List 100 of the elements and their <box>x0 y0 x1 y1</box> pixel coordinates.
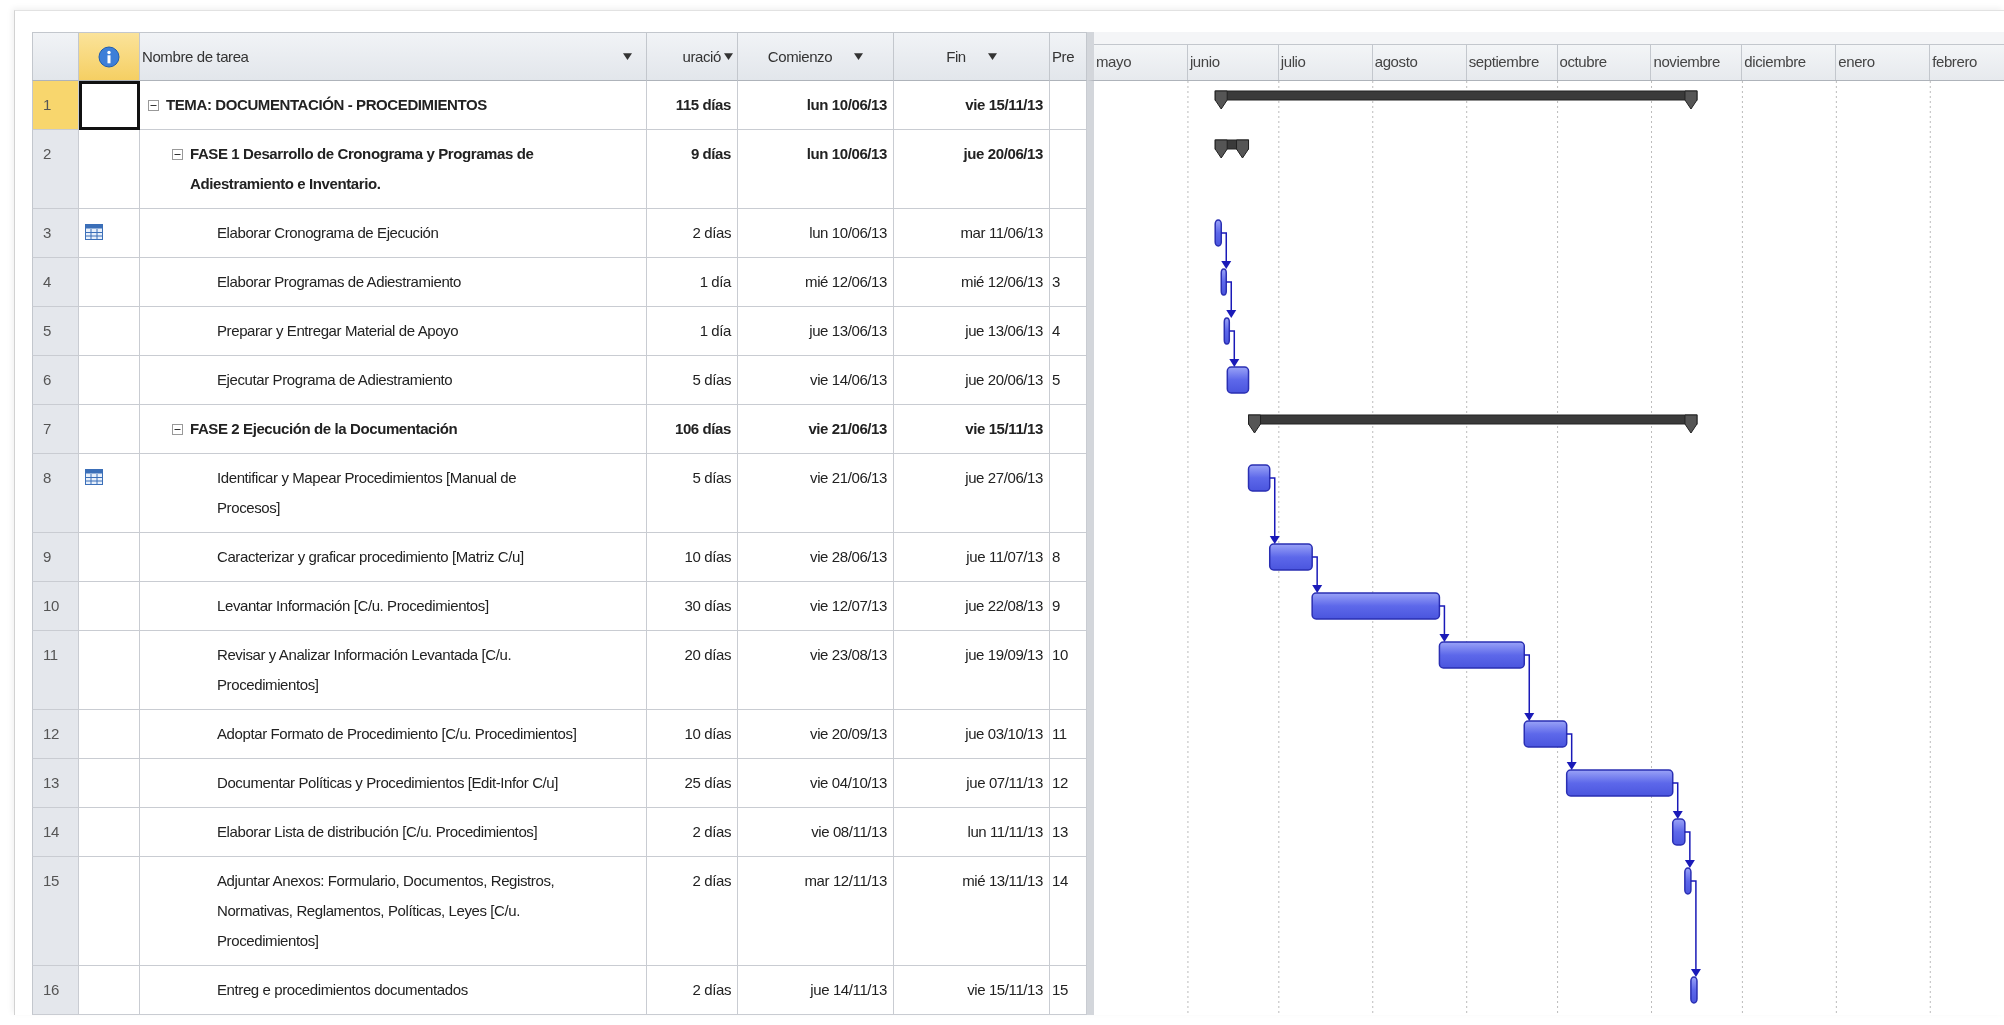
timescale-month: junio <box>1187 45 1279 80</box>
collapse-icon[interactable] <box>172 149 183 160</box>
predecessor-cell: 9 <box>1050 582 1087 631</box>
start-date-cell: jue 14/11/13 <box>738 966 894 1015</box>
task-bar[interactable] <box>1684 867 1692 895</box>
start-date-cell: vie 14/06/13 <box>738 356 894 405</box>
row-number[interactable]: 16 <box>32 966 79 1015</box>
row-number[interactable]: 14 <box>32 808 79 857</box>
task-bar[interactable] <box>1269 543 1313 571</box>
start-date-cell: vie 04/10/13 <box>738 759 894 808</box>
dependency-arrow <box>1565 733 1577 770</box>
task-name: Ejecutar Programa de Adiestramiento <box>217 370 453 390</box>
summary-bar[interactable] <box>1214 139 1250 159</box>
indicator-column-header[interactable] <box>79 32 140 81</box>
predecessor-cell: 12 <box>1050 759 1087 808</box>
finish-date-cell: jue 19/09/13 <box>894 631 1050 710</box>
caret-icon <box>724 53 733 60</box>
row-number[interactable]: 12 <box>32 710 79 759</box>
task-name: FASE 2 Ejecución de la Documentación <box>190 419 458 439</box>
start-date-cell: vie 20/09/13 <box>738 710 894 759</box>
dependency-arrow <box>1523 654 1535 721</box>
duration-cell: 10 días <box>647 710 738 759</box>
start-date-cell: lun 10/06/13 <box>738 130 894 209</box>
finish-date-cell: jue 11/07/13 <box>894 533 1050 582</box>
task-name: Elaborar Programas de Adiestramiento <box>217 272 462 292</box>
dependency-arrow <box>1672 782 1683 819</box>
column-header[interactable]: uració <box>647 32 738 81</box>
predecessor-cell: 8 <box>1050 533 1087 582</box>
finish-date-cell: jue 03/10/13 <box>894 710 1050 759</box>
task-name: FASE 1 Desarrollo de Cronograma y Programas de Adiestramiento e Inventario. <box>190 144 535 194</box>
dependency-arrow <box>1228 330 1240 367</box>
row-number[interactable]: 15 <box>32 857 79 966</box>
task-bar[interactable] <box>1523 720 1568 748</box>
duration-cell: 115 días <box>647 81 738 130</box>
row-number[interactable]: 8 <box>32 454 79 533</box>
calendar-icon <box>85 469 103 485</box>
indicator-cell <box>79 81 140 130</box>
task-bar[interactable] <box>1223 317 1231 345</box>
duration-cell: 1 día <box>647 307 738 356</box>
predecessor-cell: 4 <box>1050 307 1087 356</box>
duration-cell: 1 día <box>647 258 738 307</box>
column-header[interactable]: Fin <box>894 32 1050 81</box>
task-name: Adoptar Formato de Procedimiento [C/u. Procedimientos] <box>217 724 577 744</box>
task-bar[interactable] <box>1690 976 1698 1004</box>
start-date-cell: vie 28/06/13 <box>738 533 894 582</box>
duration-cell: 106 días <box>647 405 738 454</box>
predecessor-cell: 13 <box>1050 808 1087 857</box>
predecessor-cell: 15 <box>1050 966 1087 1015</box>
dependency-arrow <box>1269 477 1280 544</box>
finish-date-cell: jue 13/06/13 <box>894 307 1050 356</box>
start-date-cell: vie 21/06/13 <box>738 405 894 454</box>
finish-date-cell: jue 27/06/13 <box>894 454 1050 533</box>
column-header[interactable]: Comienzo <box>738 32 894 81</box>
collapse-icon[interactable] <box>172 424 183 435</box>
duration-cell: 2 días <box>647 966 738 1015</box>
summary-bar[interactable] <box>1248 414 1698 434</box>
caret-icon <box>623 53 632 60</box>
row-number[interactable]: 7 <box>32 405 79 454</box>
timescale-month: octubre <box>1557 45 1652 80</box>
task-name: Documentar Políticas y Procedimientos [Edit-Infor C/u] <box>217 773 559 793</box>
collapse-icon[interactable] <box>148 100 159 111</box>
row-number[interactable]: 3 <box>32 209 79 258</box>
duration-cell: 5 días <box>647 454 738 533</box>
dependency-arrow <box>1684 831 1695 868</box>
column-header[interactable]: Pre <box>1050 32 1087 81</box>
timescale-month: noviembre <box>1651 45 1743 80</box>
task-name: Revisar y Analizar Información Levantada [C/u. Procedimientos] <box>217 645 513 695</box>
row-number[interactable]: 1 <box>32 81 79 130</box>
dependency-arrow <box>1220 232 1232 269</box>
task-name: TEMA: DOCUMENTACIÓN - PROCEDIMIENTOS <box>166 95 487 115</box>
row-number[interactable]: 2 <box>32 130 79 209</box>
task-bar[interactable] <box>1220 268 1227 296</box>
task-name: Adjuntar Anexos: Formulario, Documentos, Registros, Normativas, Reglamentos, Políticas, Leyes [C/u. Procedimientos] <box>217 871 556 951</box>
start-date-cell: jue 13/06/13 <box>738 307 894 356</box>
duration-cell: 2 días <box>647 808 738 857</box>
task-bar[interactable] <box>1214 219 1222 247</box>
timescale-month: agosto <box>1372 45 1467 80</box>
timescale-month: enero <box>1836 45 1931 80</box>
summary-bar[interactable] <box>1214 90 1698 110</box>
row-number[interactable]: 5 <box>32 307 79 356</box>
timescale-month: mayo <box>1094 45 1188 80</box>
row-number[interactable]: 6 <box>32 356 79 405</box>
dependency-arrow <box>1311 556 1323 593</box>
task-bar[interactable] <box>1226 366 1250 394</box>
task-bar[interactable] <box>1672 818 1686 846</box>
finish-date-cell: jue 22/08/13 <box>894 582 1050 631</box>
row-number[interactable]: 11 <box>32 631 79 710</box>
row-number[interactable]: 13 <box>32 759 79 808</box>
predecessor-cell: 5 <box>1050 356 1087 405</box>
column-header[interactable]: Nombre de tarea <box>140 32 647 81</box>
task-bar[interactable] <box>1247 464 1271 492</box>
row-number[interactable]: 10 <box>32 582 79 631</box>
duration-cell: 2 días <box>647 209 738 258</box>
finish-date-cell: mié 12/06/13 <box>894 258 1050 307</box>
duration-cell: 20 días <box>647 631 738 710</box>
task-name: Entreg e procedimientos documentados <box>217 980 468 1000</box>
finish-date-cell: lun 11/11/13 <box>894 808 1050 857</box>
row-number[interactable]: 4 <box>32 258 79 307</box>
row-number[interactable]: 9 <box>32 533 79 582</box>
duration-cell: 10 días <box>647 533 738 582</box>
